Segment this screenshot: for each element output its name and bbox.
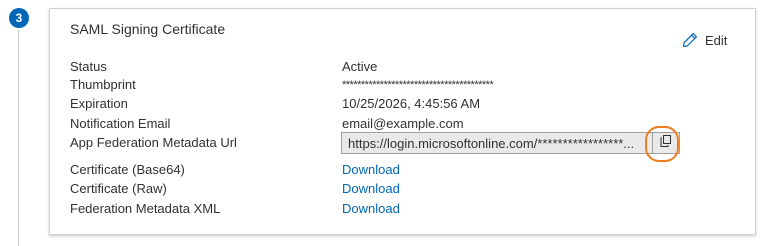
status-label: Status bbox=[70, 59, 107, 74]
card-title: SAML Signing Certificate bbox=[70, 21, 226, 37]
notification-email-row: Notification Email email@example.com bbox=[70, 114, 730, 134]
notification-email-value: email@example.com bbox=[342, 116, 464, 131]
federation-metadata-xml-download-link[interactable]: Download bbox=[342, 199, 400, 219]
federation-metadata-xml-row: Federation Metadata XML Download bbox=[70, 199, 730, 219]
metadata-url-row: App Federation Metadata Url bbox=[70, 132, 730, 154]
metadata-url-field bbox=[341, 132, 680, 154]
expiration-label: Expiration bbox=[70, 96, 128, 111]
metadata-url-label: App Federation Metadata Url bbox=[70, 135, 237, 150]
step-number-badge: 3 bbox=[9, 8, 29, 28]
certificate-base64-label: Certificate (Base64) bbox=[70, 162, 185, 177]
certificate-raw-download-link[interactable]: Download bbox=[342, 179, 400, 199]
federation-metadata-xml-label: Federation Metadata XML bbox=[70, 201, 221, 216]
copy-url-button[interactable] bbox=[652, 133, 679, 153]
expiration-value: 10/25/2026, 4:45:56 AM bbox=[342, 96, 481, 111]
metadata-url-input[interactable] bbox=[342, 133, 652, 153]
edit-button[interactable]: Edit bbox=[682, 30, 727, 50]
saml-signing-certificate-card: SAML Signing Certificate Edit Status Act… bbox=[49, 8, 756, 235]
thumbprint-label: Thumbprint bbox=[70, 77, 136, 92]
certificate-raw-label: Certificate (Raw) bbox=[70, 181, 167, 196]
status-value: Active bbox=[342, 59, 378, 74]
expiration-row: Expiration 10/25/2026, 4:45:56 AM bbox=[70, 94, 730, 114]
copy-icon bbox=[660, 133, 672, 153]
certificate-base64-download-link[interactable]: Download bbox=[342, 160, 400, 180]
edit-label: Edit bbox=[705, 32, 728, 48]
pencil-icon bbox=[682, 32, 698, 48]
step-connector-line bbox=[18, 30, 19, 246]
certificate-raw-row: Certificate (Raw) Download bbox=[70, 179, 730, 199]
saml-step-section: 3 SAML Signing Certificate Edit Status A… bbox=[0, 0, 768, 246]
thumbprint-row: Thumbprint *****************************… bbox=[70, 75, 730, 95]
notification-email-label: Notification Email bbox=[70, 116, 171, 131]
certificate-base64-row: Certificate (Base64) Download bbox=[70, 160, 730, 180]
status-row: Status Active bbox=[70, 57, 730, 77]
thumbprint-value: **************************************** bbox=[342, 79, 494, 91]
